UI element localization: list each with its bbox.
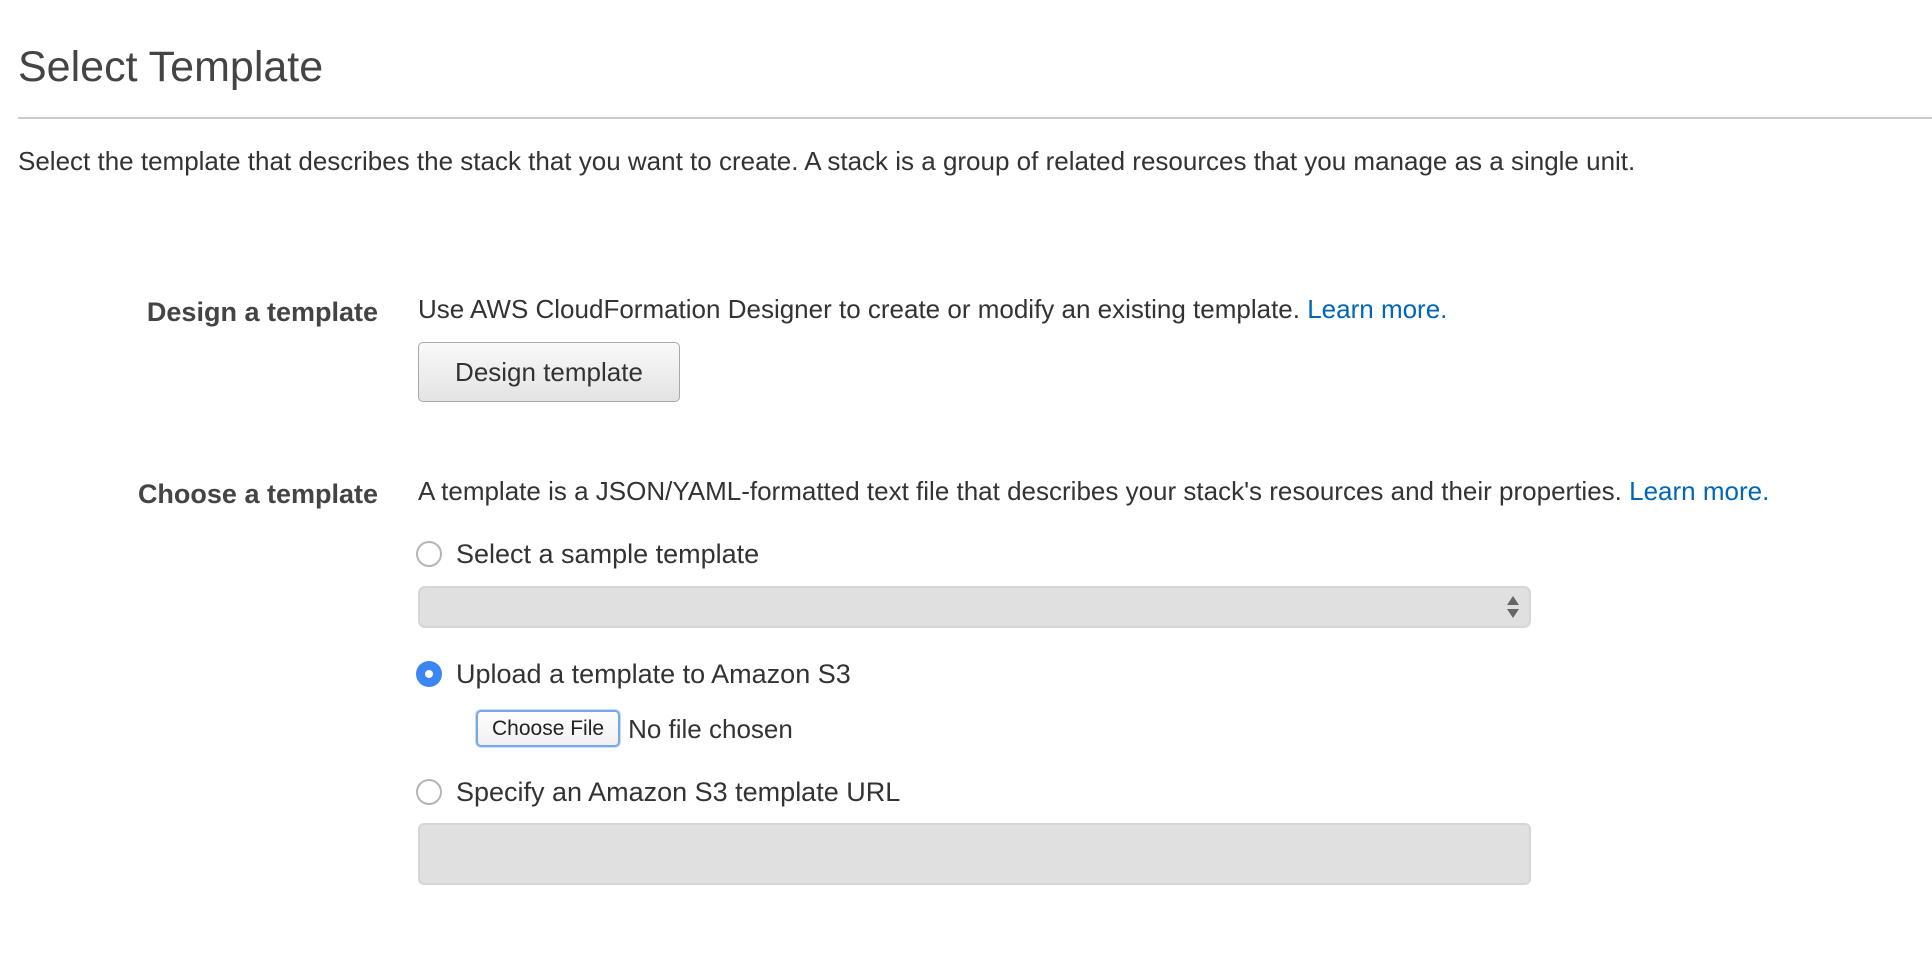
design-learn-more-link[interactable]: Learn more. — [1307, 294, 1447, 324]
s3-template-url-input[interactable] — [418, 823, 1531, 885]
file-status-text: No file chosen — [628, 713, 793, 744]
choose-section-description: A template is a JSON/YAML-formatted text… — [418, 474, 1769, 508]
design-section-label: Design a template — [146, 297, 378, 327]
radio-option-s3-url[interactable]: Specify an Amazon S3 template URL — [416, 775, 900, 809]
page-intro: Select the template that describes the s… — [18, 146, 1636, 176]
sample-template-select[interactable] — [418, 586, 1531, 628]
radio-upload-s3[interactable] — [416, 661, 442, 687]
choose-section-label: Choose a template — [137, 479, 378, 509]
page-title: Select Template — [18, 43, 324, 91]
choose-file-button[interactable]: Choose File — [476, 710, 621, 747]
radio-option-sample-template[interactable]: Select a sample template — [416, 537, 759, 571]
select-template-page: Select Template Select the template that… — [0, 0, 1932, 970]
choose-description-text: A template is a JSON/YAML-formatted text… — [418, 476, 1622, 506]
title-divider — [18, 117, 1932, 119]
select-updown-arrows-icon — [1507, 594, 1519, 622]
radio-s3-url[interactable] — [416, 779, 442, 805]
radio-option-upload-s3[interactable]: Upload a template to Amazon S3 — [416, 657, 851, 691]
radio-label-sample-template: Select a sample template — [456, 539, 760, 569]
design-template-button[interactable]: Design template — [418, 342, 680, 402]
choose-learn-more-link[interactable]: Learn more. — [1629, 476, 1769, 506]
design-description-text: Use AWS CloudFormation Designer to creat… — [418, 294, 1300, 324]
design-section-description: Use AWS CloudFormation Designer to creat… — [418, 292, 1447, 326]
radio-label-s3-url: Specify an Amazon S3 template URL — [456, 777, 901, 807]
file-upload-control: Choose File No file chosen — [476, 710, 793, 747]
radio-sample-template[interactable] — [416, 541, 442, 567]
radio-label-upload-s3: Upload a template to Amazon S3 — [456, 659, 851, 689]
